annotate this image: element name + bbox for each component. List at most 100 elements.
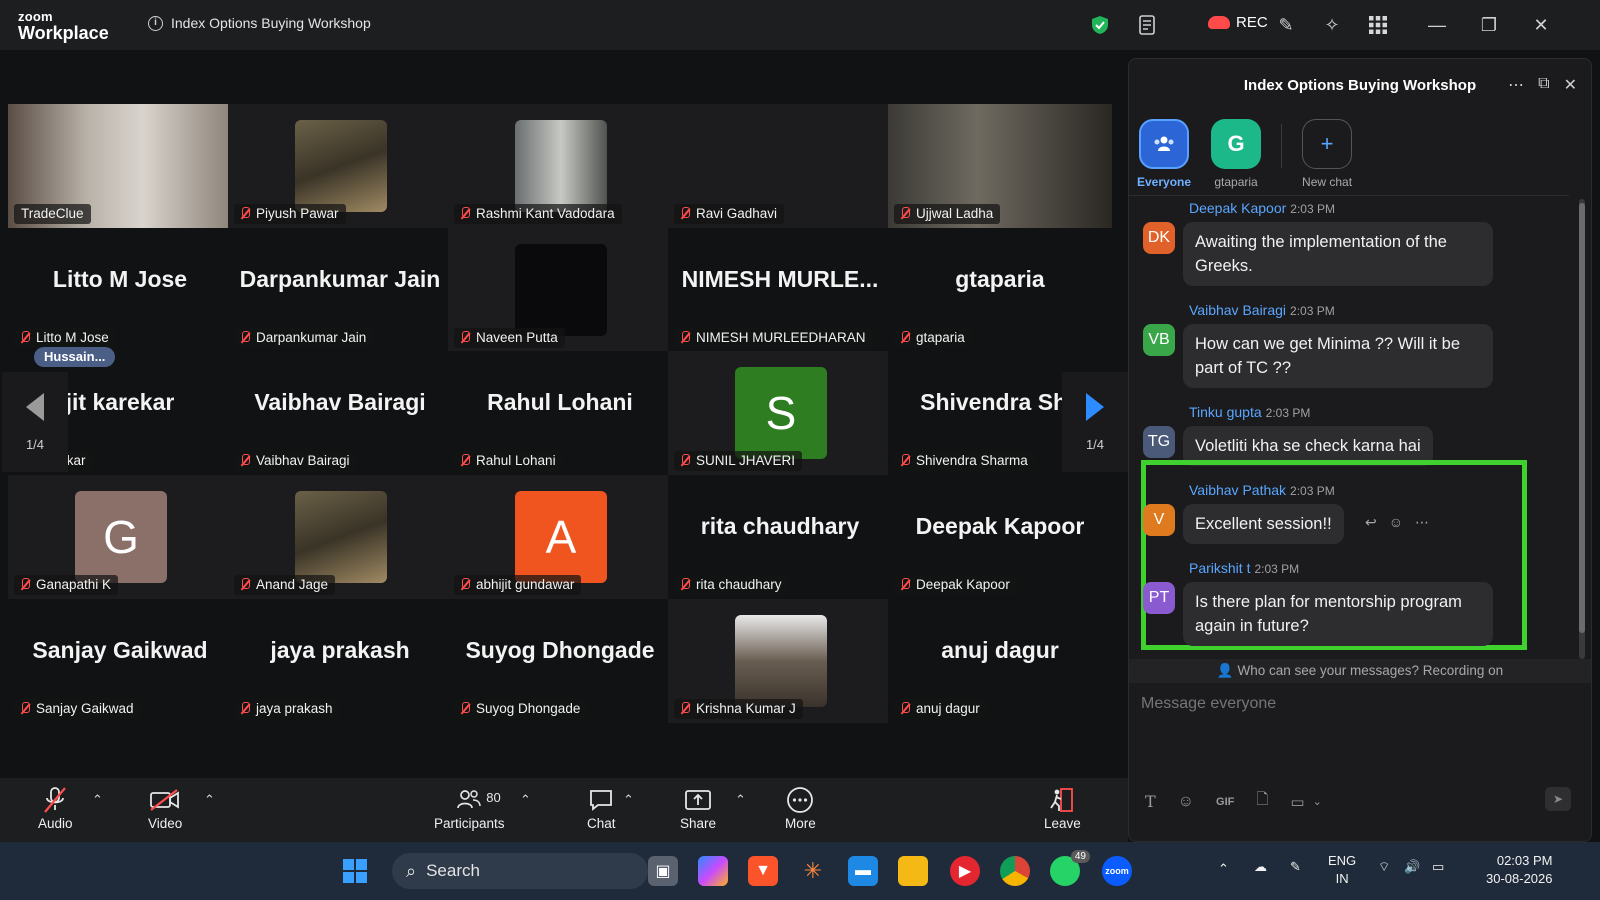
apps-grid-icon[interactable]	[1365, 12, 1391, 38]
video-options-chevron-icon[interactable]: ⌃	[204, 792, 215, 808]
message-more-icon[interactable]: ⋯	[1415, 514, 1429, 531]
sender-name[interactable]: Vaibhav Bairagi	[1189, 302, 1286, 318]
audio-button[interactable]: Audio	[38, 784, 73, 831]
text-format-icon[interactable]: T	[1145, 792, 1156, 811]
more-button[interactable]: More	[785, 784, 816, 831]
participant-tile[interactable]: rita chaudhary rita chaudhary	[668, 475, 892, 599]
sender-name[interactable]: Deepak Kapoor	[1189, 200, 1286, 216]
taskbar-search[interactable]: ⌕ Search	[392, 853, 648, 889]
sender-name[interactable]: Parikshit t	[1189, 560, 1250, 576]
participant-tile[interactable]: Krishna Kumar J	[668, 599, 892, 723]
recipient-everyone[interactable]: Everyone	[1137, 119, 1191, 189]
pop-out-icon[interactable]: ⧉	[1538, 75, 1549, 95]
participant-tile[interactable]: Litto M Jose Litto M Jose	[8, 228, 232, 352]
chat-scrollbar[interactable]	[1579, 199, 1585, 659]
participant-tile[interactable]: G Ganapathi K	[8, 475, 232, 599]
participant-tile[interactable]: TradeClue	[8, 104, 232, 228]
file-explorer-icon[interactable]	[898, 856, 928, 886]
participant-tile[interactable]: Deepak Kapoor Deepak Kapoor	[888, 475, 1112, 599]
participant-tile[interactable]: S SUNIL JHAVERI	[668, 351, 892, 475]
zoom-taskbar-icon[interactable]: zoom	[1102, 856, 1132, 886]
share-options-chevron-icon[interactable]: ⌃	[735, 792, 746, 808]
new-chat-button[interactable]: + New chat	[1302, 119, 1352, 189]
next-page-button[interactable]: 1/4	[1062, 372, 1128, 472]
video-button[interactable]: Video	[148, 784, 182, 831]
participant-tile[interactable]: Vaibhav Bairagi Vaibhav Bairagi	[228, 351, 452, 475]
participant-tile[interactable]: Rahul Lohani Rahul Lohani	[448, 351, 672, 475]
claude-icon[interactable]: ✳	[798, 856, 828, 886]
share-button[interactable]: Share	[680, 784, 716, 831]
leave-button[interactable]: Leave	[1044, 784, 1081, 831]
participant-tile[interactable]: Piyush Pawar	[228, 104, 452, 228]
message-input[interactable]	[1141, 695, 1571, 713]
participant-tile[interactable]: Rashmi Kant Vadodara	[448, 104, 672, 228]
scrollbar-thumb[interactable]	[1579, 203, 1585, 633]
participant-name-label: Shivendra Sharma	[894, 451, 1035, 471]
share-screen-icon	[684, 784, 712, 816]
send-button[interactable]: ➤	[1545, 787, 1571, 811]
participant-display-name: anuj dagur	[941, 637, 1059, 663]
restore-icon[interactable]: ❐	[1476, 12, 1502, 38]
participant-name-label: Piyush Pawar	[234, 204, 346, 224]
sender-avatar: DK	[1143, 222, 1175, 254]
participant-tile[interactable]: anuj dagur anuj dagur	[888, 599, 1112, 723]
battery-icon[interactable]: ▭	[1432, 858, 1444, 876]
sender-name[interactable]: Tinku gupta	[1189, 404, 1262, 420]
participants-button[interactable]: 80 Participants	[434, 784, 505, 831]
participant-tile[interactable]: Ujjwal Ladha	[888, 104, 1112, 228]
participant-name: Shivendra Sharma	[916, 453, 1028, 468]
file-icon[interactable]: 🗋	[1256, 789, 1268, 814]
participant-tile[interactable]: Suyog Dhongade Suyog Dhongade	[448, 599, 672, 723]
copilot-icon[interactable]	[698, 856, 728, 886]
minimize-icon[interactable]: —	[1424, 12, 1450, 38]
clock[interactable]: 02:03 PM 30-08-2026	[1486, 852, 1553, 888]
more-options-icon[interactable]: ⋯	[1508, 75, 1524, 95]
chat-button[interactable]: Chat	[587, 784, 616, 831]
wifi-icon[interactable]: ⌔	[1378, 858, 1390, 876]
participant-name: Anand Jage	[256, 577, 329, 592]
language-indicator[interactable]: ENG IN	[1328, 852, 1356, 888]
meeting-info[interactable]: i Index Options Buying Workshop	[148, 15, 371, 31]
record-status[interactable]: REC	[1208, 14, 1268, 31]
task-view-icon[interactable]: ▣	[648, 856, 678, 886]
sender-name[interactable]: Vaibhav Pathak	[1189, 482, 1286, 498]
emoji-icon[interactable]: ☺	[1178, 793, 1194, 811]
reply-icon[interactable]: ↩	[1365, 514, 1377, 531]
privacy-notice[interactable]: 👤 Who can see your messages? Recording o…	[1129, 659, 1591, 683]
participant-tile[interactable]: jaya prakash jaya prakash	[228, 599, 452, 723]
participant-tile[interactable]: Ravi Gadhavi	[668, 104, 892, 228]
participant-name: Rashmi Kant Vadodara	[476, 206, 615, 221]
participants-options-chevron-icon[interactable]: ⌃	[520, 792, 531, 808]
pen-input-icon[interactable]: ✎	[1290, 858, 1301, 876]
shield-icon[interactable]	[1087, 12, 1113, 38]
media-player-icon[interactable]: ▶	[950, 856, 980, 886]
brave-browser-icon[interactable]: ▼	[748, 856, 778, 886]
emoji-react-icon[interactable]: ☺	[1389, 514, 1403, 531]
participant-tile[interactable]: Darpankumar Jain Darpankumar Jain	[228, 228, 452, 352]
close-icon[interactable]: ✕	[1528, 12, 1554, 38]
show-hidden-icons-chevron[interactable]: ⌃	[1218, 860, 1229, 878]
ai-companion-icon[interactable]: ✧	[1319, 12, 1345, 38]
participant-tile[interactable]: Aabhijit gundawar	[448, 475, 672, 599]
participant-tile[interactable]: NIMESH MURLE... NIMESH MURLEEDHARAN	[668, 228, 892, 352]
screenshot-icon[interactable]: ▭	[1290, 793, 1304, 811]
chevron-down-icon[interactable]: ⌄	[1313, 795, 1322, 808]
participant-tile[interactable]: gtaparia gtaparia	[888, 228, 1112, 352]
participant-tile[interactable]: Sanjay Gaikwad Sanjay Gaikwad	[8, 599, 232, 723]
participant-tile[interactable]: Anand Jage	[228, 475, 452, 599]
recipient-gtaparia[interactable]: G gtaparia	[1211, 119, 1262, 189]
gif-icon[interactable]: GIF	[1216, 796, 1234, 808]
annotate-icon[interactable]: ✎	[1273, 12, 1299, 38]
audio-options-chevron-icon[interactable]: ⌃	[92, 792, 103, 808]
chat-options-chevron-icon[interactable]: ⌃	[623, 792, 634, 808]
close-chat-icon[interactable]: ✕	[1564, 75, 1577, 95]
desktop-icon[interactable]: ▬	[848, 856, 878, 886]
volume-icon[interactable]: 🔊	[1404, 858, 1420, 876]
previous-page-button[interactable]: 1/4	[2, 372, 68, 472]
onedrive-cloud-icon[interactable]: ☁	[1254, 858, 1267, 876]
chrome-icon[interactable]	[1000, 856, 1030, 886]
notes-icon[interactable]	[1134, 12, 1160, 38]
windows-start-icon[interactable]	[340, 856, 370, 886]
whatsapp-icon[interactable]: 49	[1050, 850, 1090, 886]
participant-tile[interactable]: Naveen Putta	[448, 228, 672, 352]
